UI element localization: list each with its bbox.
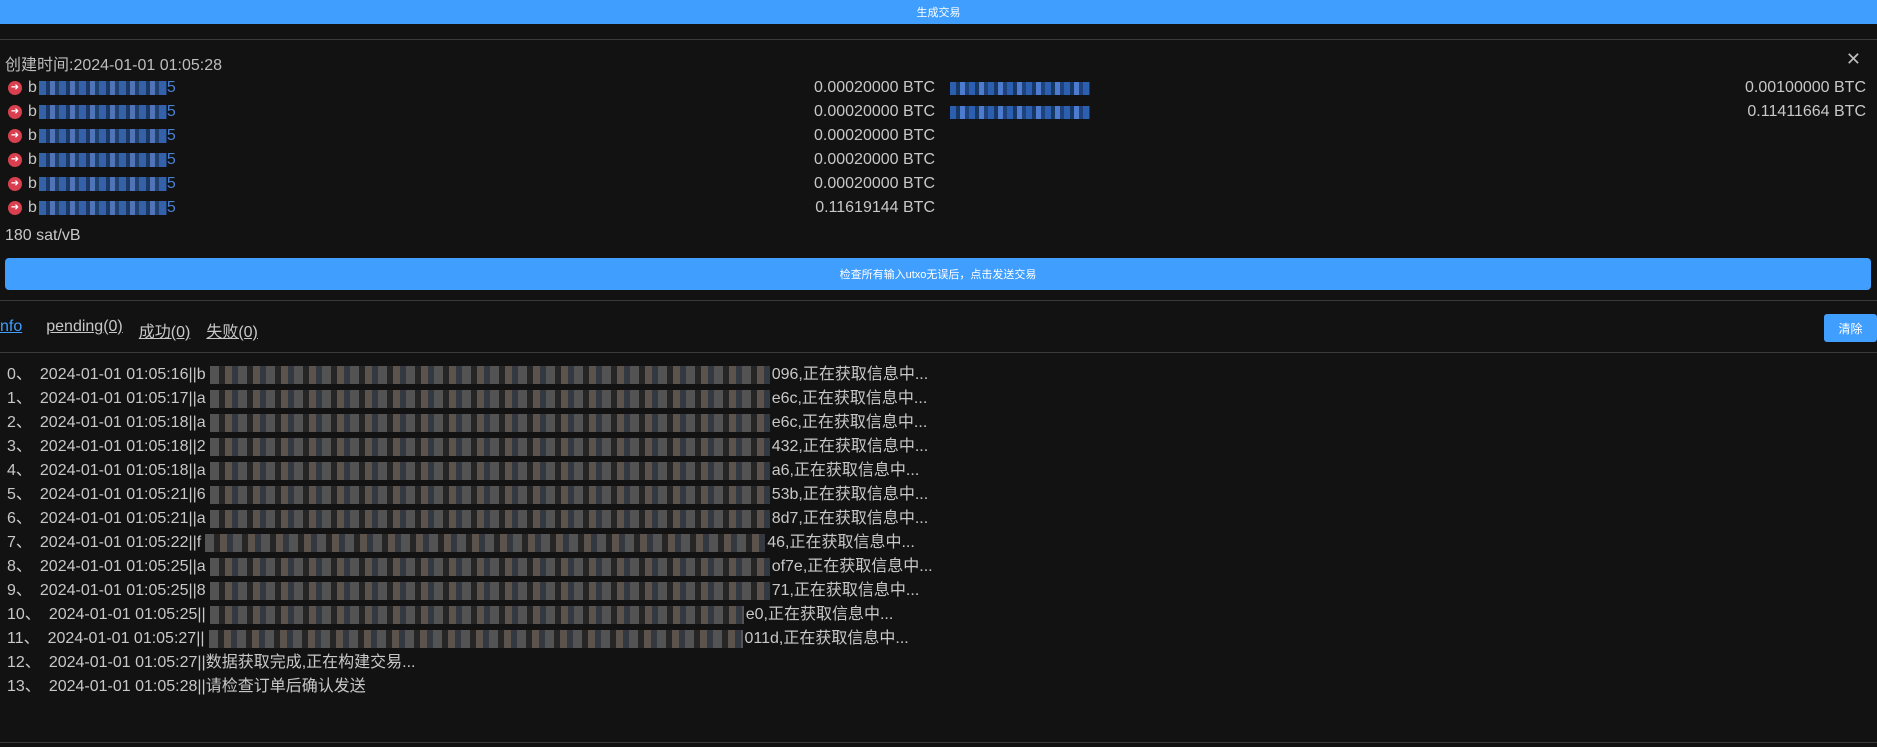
input-address: b5 bbox=[28, 79, 176, 96]
log-line: 3、 2024-01-01 01:05:18||2 432,正在获取信息中... bbox=[7, 438, 929, 456]
input-arrow-icon: ➜ bbox=[8, 201, 22, 215]
input-arrow-icon: ➜ bbox=[8, 81, 22, 95]
divider bbox=[0, 300, 1877, 301]
output-row: 0.00100000 BTC bbox=[950, 76, 1866, 100]
input-arrow-icon: ➜ bbox=[8, 177, 22, 191]
log-line: 11、 2024-01-01 01:05:27|| 011d,正在获取信息中... bbox=[7, 630, 909, 648]
clear-button[interactable]: 清除 bbox=[1824, 314, 1877, 342]
log-line: 2、 2024-01-01 01:05:18||a e6c,正在获取信息中... bbox=[7, 414, 928, 432]
log-tabs: nfo pending(0) 成功(0) 失败(0) bbox=[0, 318, 274, 342]
log-line: 4、 2024-01-01 01:05:18||a a6,正在获取信息中... bbox=[7, 462, 920, 480]
input-address: b5 bbox=[28, 103, 176, 120]
input-address: b5 bbox=[28, 127, 176, 144]
close-icon[interactable]: ✕ bbox=[1846, 50, 1861, 68]
input-address: b5 bbox=[28, 199, 176, 216]
output-address bbox=[950, 105, 1090, 119]
input-row: ➜ b5 0.00020000 BTC bbox=[8, 100, 935, 124]
log-line: 5、 2024-01-01 01:05:21||6 53b,正在获取信息中... bbox=[7, 486, 929, 504]
tab-pending[interactable]: pending(0) bbox=[46, 318, 123, 342]
input-row: ➜ b5 0.00020000 BTC bbox=[8, 124, 935, 148]
input-arrow-icon: ➜ bbox=[8, 105, 22, 119]
input-amount: 0.00020000 BTC bbox=[814, 103, 935, 120]
divider bbox=[0, 39, 1877, 40]
output-row: 0.11411664 BTC bbox=[950, 100, 1866, 124]
output-address bbox=[950, 81, 1090, 95]
log-line: 9、 2024-01-01 01:05:25||8 71,正在获取信息中... bbox=[7, 582, 920, 600]
fee-rate: 180 sat/vB bbox=[5, 227, 81, 244]
output-amount: 0.00100000 BTC bbox=[1745, 79, 1866, 96]
tab-success[interactable]: 成功(0) bbox=[139, 318, 191, 342]
input-address: b5 bbox=[28, 175, 176, 192]
created-time: 创建时间:2024-01-01 01:05:28 bbox=[5, 57, 223, 74]
output-amount: 0.11411664 BTC bbox=[1747, 103, 1866, 120]
tab-info[interactable]: nfo bbox=[0, 318, 22, 342]
input-row: ➜ b5 0.00020000 BTC bbox=[8, 172, 935, 196]
divider bbox=[0, 352, 1877, 353]
input-amount: 0.00020000 BTC bbox=[814, 79, 935, 96]
tab-failed[interactable]: 失败(0) bbox=[206, 318, 258, 342]
input-arrow-icon: ➜ bbox=[8, 153, 22, 167]
input-row: ➜ b5 0.00020000 BTC bbox=[8, 148, 935, 172]
divider bbox=[0, 742, 1877, 743]
log-line: 13、 2024-01-01 01:05:28||请检查订单后确认发送 bbox=[7, 678, 366, 695]
input-amount: 0.00020000 BTC bbox=[814, 151, 935, 168]
log-line: 10、 2024-01-01 01:05:25|| e0,正在获取信息中... bbox=[7, 606, 894, 624]
log-line: 0、 2024-01-01 01:05:16||b 096,正在获取信息中... bbox=[7, 366, 929, 384]
log-line: 7、 2024-01-01 01:05:22||f 46,正在获取信息中... bbox=[7, 534, 915, 552]
log-line: 8、 2024-01-01 01:05:25||a of7e,正在获取信息中... bbox=[7, 558, 933, 576]
input-arrow-icon: ➜ bbox=[8, 129, 22, 143]
log-line: 6、 2024-01-01 01:05:21||a 8d7,正在获取信息中... bbox=[7, 510, 929, 528]
input-row: ➜ b5 0.11619144 BTC bbox=[8, 196, 935, 220]
log-line: 12、 2024-01-01 01:05:27||数据获取完成,正在构建交易... bbox=[7, 654, 416, 671]
input-amount: 0.11619144 BTC bbox=[815, 199, 935, 216]
log-line: 1、 2024-01-01 01:05:17||a e6c,正在获取信息中... bbox=[7, 390, 928, 408]
input-address: b5 bbox=[28, 151, 176, 168]
input-row: ➜ b5 0.00020000 BTC bbox=[8, 76, 935, 100]
input-amount: 0.00020000 BTC bbox=[814, 175, 935, 192]
input-amount: 0.00020000 BTC bbox=[814, 127, 935, 144]
generate-transaction-button[interactable]: 生成交易 bbox=[0, 0, 1877, 24]
send-transaction-button[interactable]: 检查所有输入utxo无误后，点击发送交易 bbox=[5, 258, 1871, 290]
